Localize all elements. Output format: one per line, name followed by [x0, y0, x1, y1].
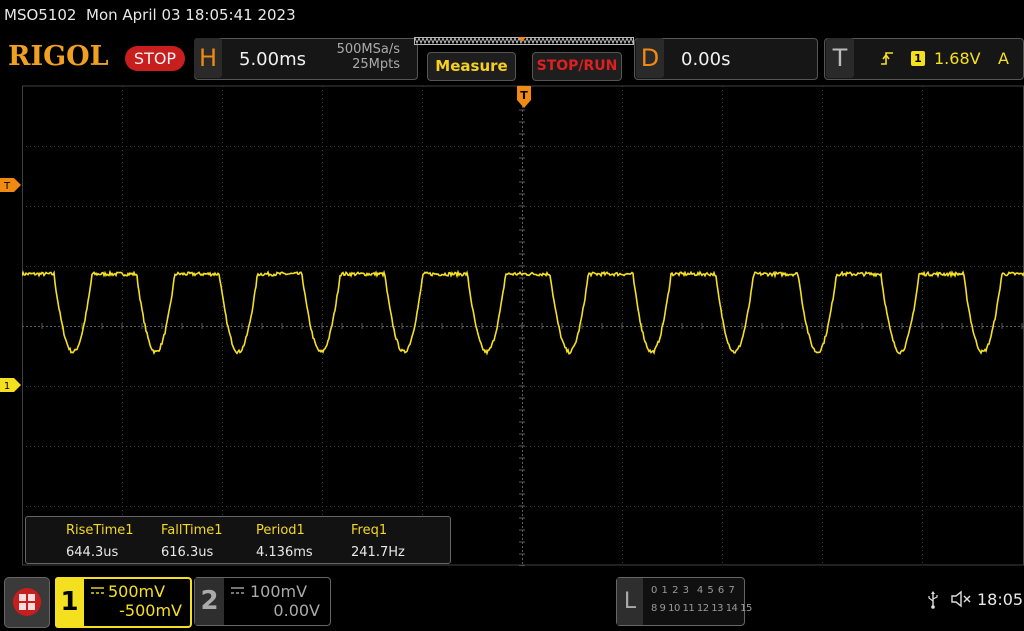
ch1-trace	[22, 269, 1024, 356]
delay-letter: D	[636, 38, 664, 78]
graticule	[22, 85, 1024, 566]
trigger-level: 1.68V	[934, 49, 981, 68]
ch2-number: 2	[195, 578, 224, 625]
measurement-value: 644.3us	[66, 545, 119, 560]
horizontal-letter: H	[194, 38, 222, 78]
measurement-name: FallTime1	[161, 523, 223, 538]
usb-icon	[928, 591, 938, 609]
measure-button[interactable]: Measure	[427, 52, 516, 81]
rising-edge-icon	[881, 52, 893, 65]
clock: 18:05	[977, 590, 1024, 609]
memory-position-strip	[414, 37, 634, 45]
measurement-name: RiseTime1	[66, 523, 134, 538]
trigger-level-marker[interactable]: T	[0, 178, 22, 192]
digital-channels-row2: 8 9 10 11 12 13 14 15	[651, 603, 752, 614]
ch1-offset: -500mV	[119, 601, 182, 620]
logic-analyzer-letter: L	[617, 578, 643, 625]
sample-rate: 500MSa/s	[336, 42, 400, 57]
ch2-offset: 0.00V	[273, 601, 320, 620]
ch1-offset-marker[interactable]: 1	[0, 378, 22, 392]
speaker-muted-icon[interactable]	[951, 590, 973, 608]
trigger-letter: T	[826, 38, 854, 78]
measurement-name: Freq1	[351, 523, 388, 538]
ch1-number: 1	[55, 577, 84, 628]
date-time: Mon April 03 18:05:41 2023	[86, 6, 296, 24]
measurement-value: 616.3us	[161, 545, 214, 560]
ch1-marker-label: 1	[4, 381, 10, 392]
dc-coupling-icon	[231, 587, 244, 594]
model-name: MSO5102	[4, 6, 77, 24]
status-line: MSO5102 Mon April 03 18:05:41 2023	[4, 6, 296, 24]
waveform-display[interactable]	[22, 85, 1024, 566]
trigger-level-label: T	[3, 181, 11, 192]
main-menu-button[interactable]	[4, 577, 50, 628]
trigger-position-label: T	[520, 89, 528, 102]
trigger-position-marker: T	[517, 86, 531, 108]
ch2-scale: 100mV	[250, 582, 308, 601]
measurement-value: 4.136ms	[256, 545, 313, 560]
grid-menu-icon	[13, 588, 41, 616]
digital-channels-row1: 0 1 2 3 4 5 6 7	[651, 585, 736, 596]
run-state-badge[interactable]: STOP	[125, 46, 185, 71]
timebase-value: 5.00ms	[239, 49, 306, 70]
trigger-source-badge: 1	[911, 51, 925, 66]
measurement-name: Period1	[256, 523, 305, 538]
measurement-value: 241.7Hz	[351, 545, 405, 560]
rigol-logo: RIGOL	[8, 41, 109, 72]
dc-coupling-icon	[91, 587, 104, 594]
memory-depth: 25Mpts	[352, 57, 400, 72]
ch1-scale: 500mV	[108, 582, 166, 601]
delay-value: 0.00s	[681, 49, 731, 70]
stop-run-button[interactable]: STOP/RUN	[532, 52, 622, 81]
trigger-mode: A	[998, 49, 1009, 68]
